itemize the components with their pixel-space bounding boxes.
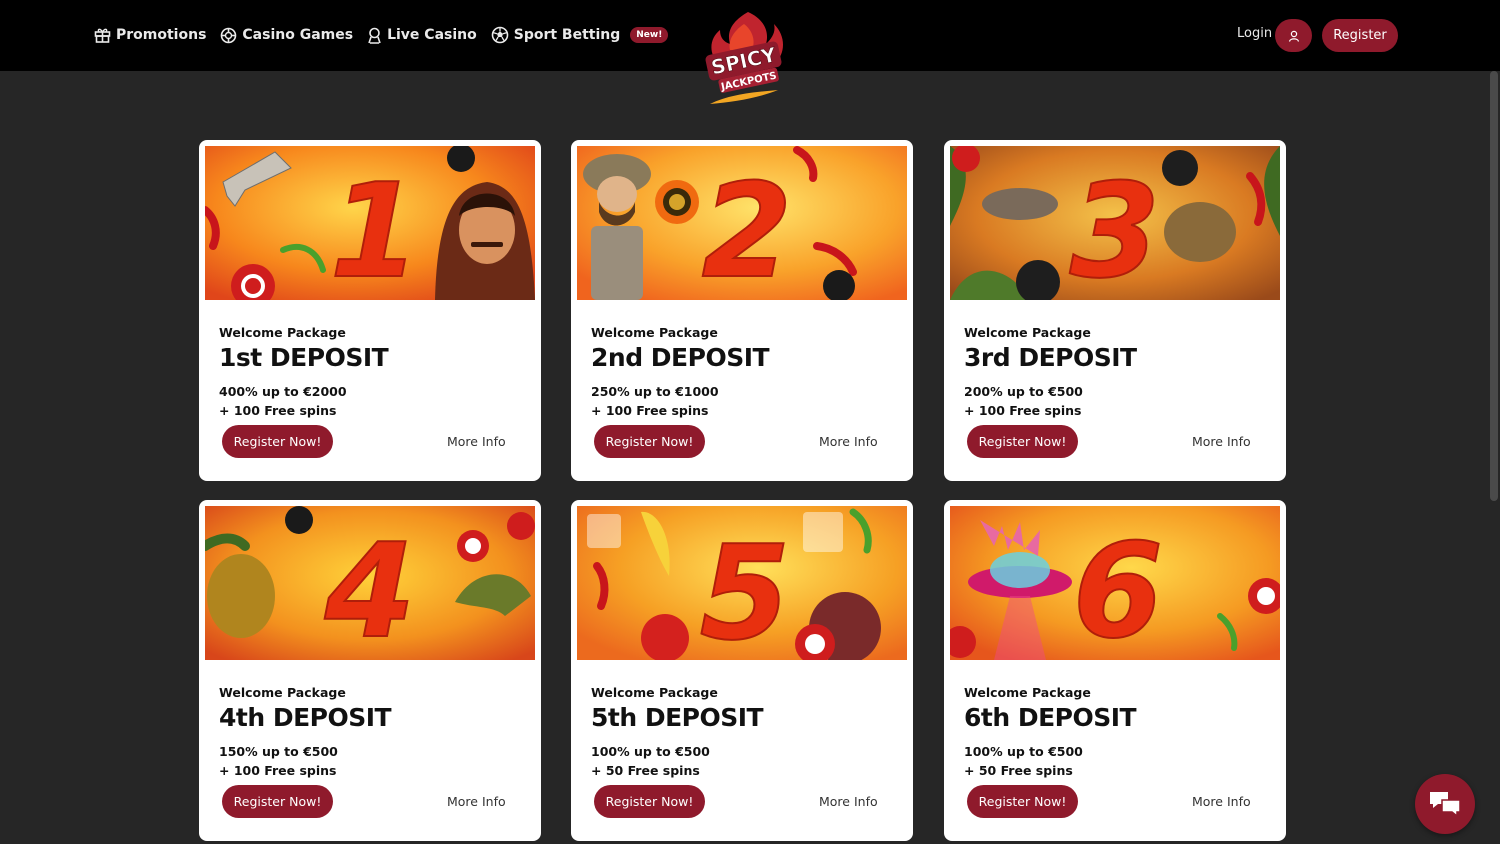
more-info-link[interactable]: More Info [447, 434, 506, 449]
chat-bubbles-icon [1430, 792, 1461, 818]
card-title: 4th DEPOSIT [219, 703, 392, 732]
login-link[interactable]: Login [1237, 26, 1272, 41]
card-subtitle: Welcome Package [591, 325, 718, 340]
card-bonus-line: 150% up to €500 [219, 744, 338, 759]
register-button[interactable]: Register [1322, 19, 1398, 52]
gift-icon [94, 28, 111, 43]
card-title: 5th DEPOSIT [591, 703, 764, 732]
register-now-button[interactable]: Register Now! [222, 425, 333, 458]
nav-promotions[interactable]: Promotions [94, 27, 206, 43]
more-info-link[interactable]: More Info [819, 794, 878, 809]
card-bonus-line: 100% up to €500 [591, 744, 710, 759]
dealer-icon [368, 27, 381, 44]
nav-live-casino[interactable]: Live Casino [367, 27, 477, 44]
page-scrollbar[interactable] [1488, 71, 1500, 844]
card-bonus-line: 400% up to €2000 [219, 384, 347, 399]
card-spins-line: + 50 Free spins [591, 763, 700, 778]
nav-sport-betting[interactable]: Sport Betting New! [491, 26, 669, 44]
card-spins-line: + 100 Free spins [591, 403, 709, 418]
card-spins-line: + 100 Free spins [219, 763, 337, 778]
chip-icon [221, 27, 237, 43]
register-now-button[interactable]: Register Now! [967, 425, 1078, 458]
register-now-button[interactable]: Register Now! [594, 785, 705, 818]
more-info-link[interactable]: More Info [1192, 794, 1251, 809]
card-bonus-line: 200% up to €500 [964, 384, 1083, 399]
nav-promotions-label: Promotions [116, 27, 207, 43]
scrollbar-thumb[interactable] [1490, 71, 1498, 501]
svg-text:6: 6 [1073, 515, 1163, 660]
svg-text:2: 2 [702, 155, 792, 300]
card-subtitle: Welcome Package [964, 325, 1091, 340]
svg-text:5: 5 [700, 517, 790, 660]
card-spins-line: + 50 Free spins [964, 763, 1073, 778]
svg-text:3: 3 [1070, 155, 1160, 300]
register-now-button[interactable]: Register Now! [222, 785, 333, 818]
deposit-card-4: 4 Welcome Package 4th DEPOSIT 150% up to… [199, 500, 541, 841]
card-banner-image: 5 [577, 506, 907, 660]
card-title: 2nd DEPOSIT [591, 343, 770, 372]
card-bonus-line: 250% up to €1000 [591, 384, 719, 399]
register-now-button[interactable]: Register Now! [594, 425, 705, 458]
card-banner-image: 6 [950, 506, 1280, 660]
card-subtitle: Welcome Package [964, 685, 1091, 700]
card-title: 6th DEPOSIT [964, 703, 1137, 732]
card-spins-line: + 100 Free spins [964, 403, 1082, 418]
new-badge: New! [630, 27, 669, 43]
deposit-card-5: 5 Welcome Package 5th DEPOSIT 100% up to… [571, 500, 913, 841]
nav-casino-games[interactable]: Casino Games [220, 27, 353, 44]
card-subtitle: Welcome Package [219, 325, 346, 340]
more-info-link[interactable]: More Info [447, 794, 506, 809]
more-info-link[interactable]: More Info [1192, 434, 1251, 449]
live-chat-button[interactable] [1415, 774, 1475, 834]
more-info-link[interactable]: More Info [819, 434, 878, 449]
login-button[interactable] [1275, 19, 1312, 52]
spicy-jackpots-logo[interactable]: SPICY JACKPOTS [700, 8, 788, 108]
deposit-card-3: 3 Welcome Package 3rd DEPOSIT 200% up to… [944, 140, 1286, 481]
svg-text:4: 4 [324, 515, 415, 660]
register-now-button[interactable]: Register Now! [967, 785, 1078, 818]
deposit-card-1: 1 Welcome Package 1st DEPOSIT 400% up to… [199, 140, 541, 481]
top-header: Promotions Casino Games Live Casino Spor… [0, 0, 1500, 104]
card-banner-image: 2 [577, 146, 907, 300]
card-bonus-line: 100% up to €500 [964, 744, 1083, 759]
card-spins-line: + 100 Free spins [219, 403, 337, 418]
deposit-card-2: 2 Welcome Package 2nd DEPOSIT 250% up to… [571, 140, 913, 481]
football-icon [491, 26, 509, 44]
card-banner-image: 1 [205, 146, 535, 300]
card-title: 3rd DEPOSIT [964, 343, 1137, 372]
card-title: 1st DEPOSIT [219, 343, 389, 372]
user-icon [1288, 30, 1299, 42]
card-subtitle: Welcome Package [219, 685, 346, 700]
card-banner-image: 4 [205, 506, 535, 660]
card-banner-image: 3 [950, 146, 1280, 300]
main-nav: Promotions Casino Games Live Casino Spor… [94, 24, 682, 46]
deposit-card-6: 6 Welcome Package 6th DEPOSIT 100% up to… [944, 500, 1286, 841]
nav-sport-betting-label: Sport Betting [513, 27, 621, 43]
nav-live-casino-label: Live Casino [387, 27, 477, 43]
card-subtitle: Welcome Package [591, 685, 718, 700]
svg-text:1: 1 [330, 155, 420, 300]
nav-casino-games-label: Casino Games [242, 27, 354, 43]
